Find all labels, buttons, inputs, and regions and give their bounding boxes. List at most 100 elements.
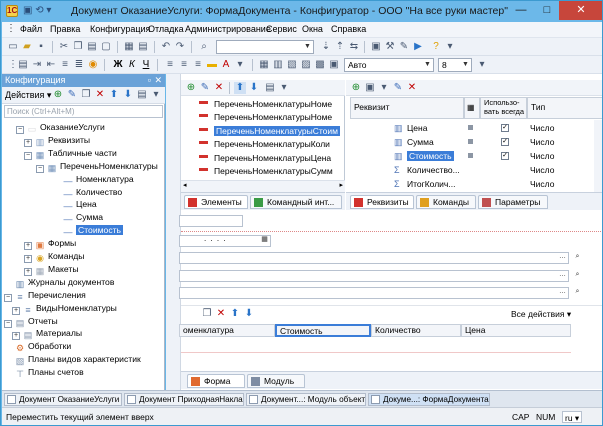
copy-icon[interactable]: ❐ [72,41,84,53]
tree-item[interactable]: — Количество [52,186,123,199]
tab-commands[interactable]: Команды [416,195,476,209]
dropdown-arrow-icon[interactable]: ▾ [278,82,290,94]
move-down-icon[interactable]: ⬇ [248,82,260,94]
underline-icon[interactable]: Ч [140,59,152,71]
scroll-left-icon[interactable]: ◂ [183,181,187,189]
copy-icon[interactable]: ❐ [201,308,213,320]
module-icon[interactable]: ▤ [17,59,29,71]
menu-debug[interactable]: Отладка [148,24,184,34]
copy-icon[interactable]: ❐ [80,89,92,101]
all-actions-menu[interactable]: Все действия ▾ [511,309,571,320]
font-color-icon[interactable]: A [220,59,232,71]
horizontal-scrollbar[interactable]: ◂ ▸ [181,180,345,192]
hammer-icon[interactable]: ⚒ [384,41,396,53]
tree-item[interactable]: ⊤ Планы счетов [4,366,84,379]
paste-icon[interactable]: ▤ [86,41,98,53]
column-header-quantity[interactable]: Количество [371,324,461,337]
always-use-checkbox[interactable]: ✓ [501,124,509,132]
tab-module[interactable]: Модуль [247,374,305,388]
tools-icon[interactable]: ✎ [398,41,410,53]
tree-item[interactable]: — Сумма [52,211,104,224]
column-header-price[interactable]: Цена [461,324,571,337]
tree-item[interactable]: — Стоимость [52,224,124,237]
dropdown-arrow-icon[interactable]: ▾ [378,82,390,94]
move-up-icon[interactable]: ⬆ [229,308,241,320]
preview-date-field[interactable]: . . . . ▦ [179,234,271,247]
replace-icon[interactable]: ⇆ [348,41,360,53]
task-object-module[interactable]: Докумeнт...: Модуль объекта [246,393,366,406]
element-row[interactable]: ПереченьНоменклатурыСумм [199,165,333,177]
table-row[interactable] [181,341,571,353]
tree-item[interactable]: — Номенклатура [52,173,134,186]
comment-icon[interactable]: ≡ [59,59,71,71]
indent-icon[interactable]: ⇥ [31,59,43,71]
task-document-form[interactable]: Докуме...: ФормаДокумента [368,393,490,406]
new-icon[interactable]: ▭ [7,41,19,53]
add-column-icon[interactable]: ▣ [364,82,376,94]
requisite-row[interactable]: ▥ Сумма [394,136,434,148]
tree-item[interactable]: ▧ Планы видов характеристик [4,353,141,366]
dropdown-arrow-icon[interactable]: ▼ [461,60,470,70]
delete-icon[interactable]: ✕ [406,82,418,94]
menu-administration[interactable]: Администрирование [185,24,271,34]
merge-icon[interactable]: ▥ [272,59,284,71]
column-header-requisite[interactable]: Реквизит [350,97,464,119]
edit-icon[interactable]: ✎ [392,82,404,94]
delete-icon[interactable]: ✕ [213,82,225,94]
menu-service[interactable]: Сервис [266,24,297,34]
outdent-icon[interactable]: ⇤ [45,59,57,71]
delete-icon[interactable]: ✕ [94,89,106,101]
dropdown-arrow-icon[interactable]: ▼ [303,42,312,52]
format-icon[interactable]: ▩ [314,59,326,71]
collapse-icon[interactable]: − [36,164,44,173]
tree-item[interactable]: + ▥ Реквизиты [24,134,90,147]
open-icon[interactable]: ⌕ [573,288,582,298]
tab-elements[interactable]: Элементы [184,195,248,209]
undo-icon[interactable]: ↶ [160,41,172,53]
preview-field[interactable]: … [179,287,569,299]
collapse-icon[interactable]: − [4,293,12,302]
preview-field[interactable]: … [179,270,569,282]
run-icon[interactable]: ▶ [412,41,424,53]
tab-parameters[interactable]: Параметры [478,195,548,209]
element-row[interactable]: ПереченьНоменклатурыКоли [199,138,330,150]
maximize-button[interactable]: □ [534,1,560,20]
menu-file[interactable]: Файл [20,24,42,34]
requisite-row[interactable]: ▥ Цена [394,122,427,134]
dropdown-arrow-icon[interactable]: ▾ [234,59,246,71]
align-right-icon[interactable]: ≡ [192,59,204,71]
search-combo[interactable]: ▼ [216,40,314,54]
tab-command-interface[interactable]: Командный инт... [250,195,342,209]
edit-icon[interactable]: ✎ [66,89,78,101]
italic-icon[interactable]: К [126,59,138,71]
requisite-row[interactable]: ▥ Стоимость [394,150,454,162]
delete-icon[interactable]: ✕ [215,308,227,320]
ungroup-icon[interactable]: ▨ [300,59,312,71]
highlight-icon[interactable]: ▬ [206,59,218,71]
move-down-icon[interactable]: ⬇ [122,89,134,101]
expand-icon[interactable]: + [24,138,32,147]
save-icon[interactable]: ▪ [35,41,47,53]
tree-item[interactable]: − ▦ Табличные части [24,147,117,160]
column-header-always-use[interactable]: Использо-вать всегда [480,97,527,119]
select-button-icon[interactable]: … [558,253,567,263]
dropdown-arrow-icon[interactable]: ▾ [444,41,456,53]
close-icon[interactable]: ✕ [154,74,162,87]
actions-menu[interactable]: Действия ▾ [5,90,51,101]
border-icon[interactable]: ▦ [258,59,270,71]
dropdown-arrow-icon[interactable]: ▾ [476,59,488,71]
bold-icon[interactable]: Ж [112,59,124,71]
tab-form[interactable]: Форма [187,374,245,388]
tree-item[interactable]: + ▣ Формы [24,237,76,251]
pin-icon[interactable]: ▫ [148,74,151,87]
find-next-icon[interactable]: ⇣ [320,41,332,53]
expand-icon[interactable]: + [12,306,20,315]
group-icon[interactable]: ▧ [286,59,298,71]
edit-icon[interactable]: ✎ [199,82,211,94]
task-document-prihodnaya[interactable]: Документ ПриходнаяНакла... [124,393,244,406]
font-combo[interactable]: 8 ▼ [438,58,472,72]
preview-field[interactable] [179,215,243,227]
bookmark-icon[interactable]: ◉ [87,59,99,71]
expand-icon[interactable]: + [24,242,32,251]
element-row[interactable]: ПереченьНоменклатурыНоме [199,111,332,123]
